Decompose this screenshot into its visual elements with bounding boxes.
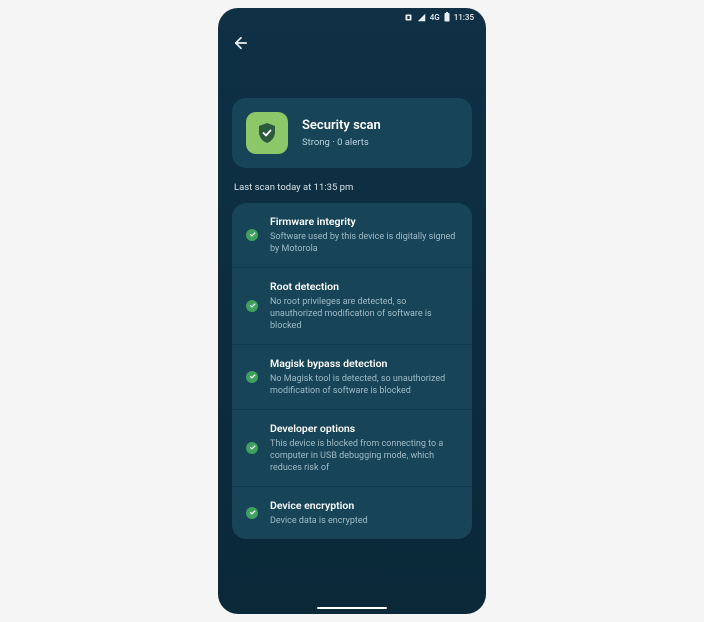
item-title: Developer options (270, 422, 458, 436)
security-scan-card[interactable]: Security scan Strong · 0 alerts (232, 98, 472, 168)
item-title: Device encryption (270, 499, 458, 513)
list-item-device-encryption[interactable]: Device encryption Device data is encrypt… (232, 487, 472, 539)
item-title: Firmware integrity (270, 215, 458, 229)
check-icon (246, 442, 258, 454)
item-title: Root detection (270, 280, 458, 294)
network-label: 4G (430, 13, 440, 22)
hero-title: Security scan (302, 118, 381, 135)
clock: 11:35 (454, 13, 474, 22)
security-checks-list: Firmware integrity Software used by this… (232, 203, 472, 539)
item-desc: Device data is encrypted (270, 515, 458, 527)
list-item-magisk-bypass-detection[interactable]: Magisk bypass detection No Magisk tool i… (232, 345, 472, 410)
page-content: Security scan Strong · 0 alerts Last sca… (218, 64, 486, 614)
list-item-root-detection[interactable]: Root detection No root privileges are de… (232, 268, 472, 345)
item-desc: This device is blocked from connecting t… (270, 438, 458, 474)
check-icon (246, 229, 258, 241)
item-desc: Software used by this device is digitall… (270, 231, 458, 255)
battery-icon (444, 12, 450, 22)
item-desc: No root privileges are detected, so unau… (270, 296, 458, 332)
list-item-developer-options[interactable]: Developer options This device is blocked… (232, 410, 472, 487)
status-bar: 4G 11:35 (218, 8, 486, 26)
hero-subtitle: Strong · 0 alerts (302, 137, 381, 148)
hero-text: Security scan Strong · 0 alerts (302, 118, 381, 148)
home-indicator[interactable] (317, 607, 387, 610)
arrow-left-icon (232, 34, 250, 52)
notification-icon (404, 13, 413, 22)
signal-icon (417, 13, 426, 22)
back-button[interactable] (218, 26, 486, 64)
item-desc: No Magisk tool is detected, so unauthori… (270, 373, 458, 397)
list-item-firmware-integrity[interactable]: Firmware integrity Software used by this… (232, 203, 472, 268)
check-icon (246, 507, 258, 519)
phone-frame: 4G 11:35 Security scan Strong · 0 alerts… (218, 8, 486, 614)
shield-check-icon (246, 112, 288, 154)
check-icon (246, 300, 258, 312)
item-title: Magisk bypass detection (270, 357, 458, 371)
last-scan-label: Last scan today at 11:35 pm (234, 182, 470, 193)
check-icon (246, 371, 258, 383)
